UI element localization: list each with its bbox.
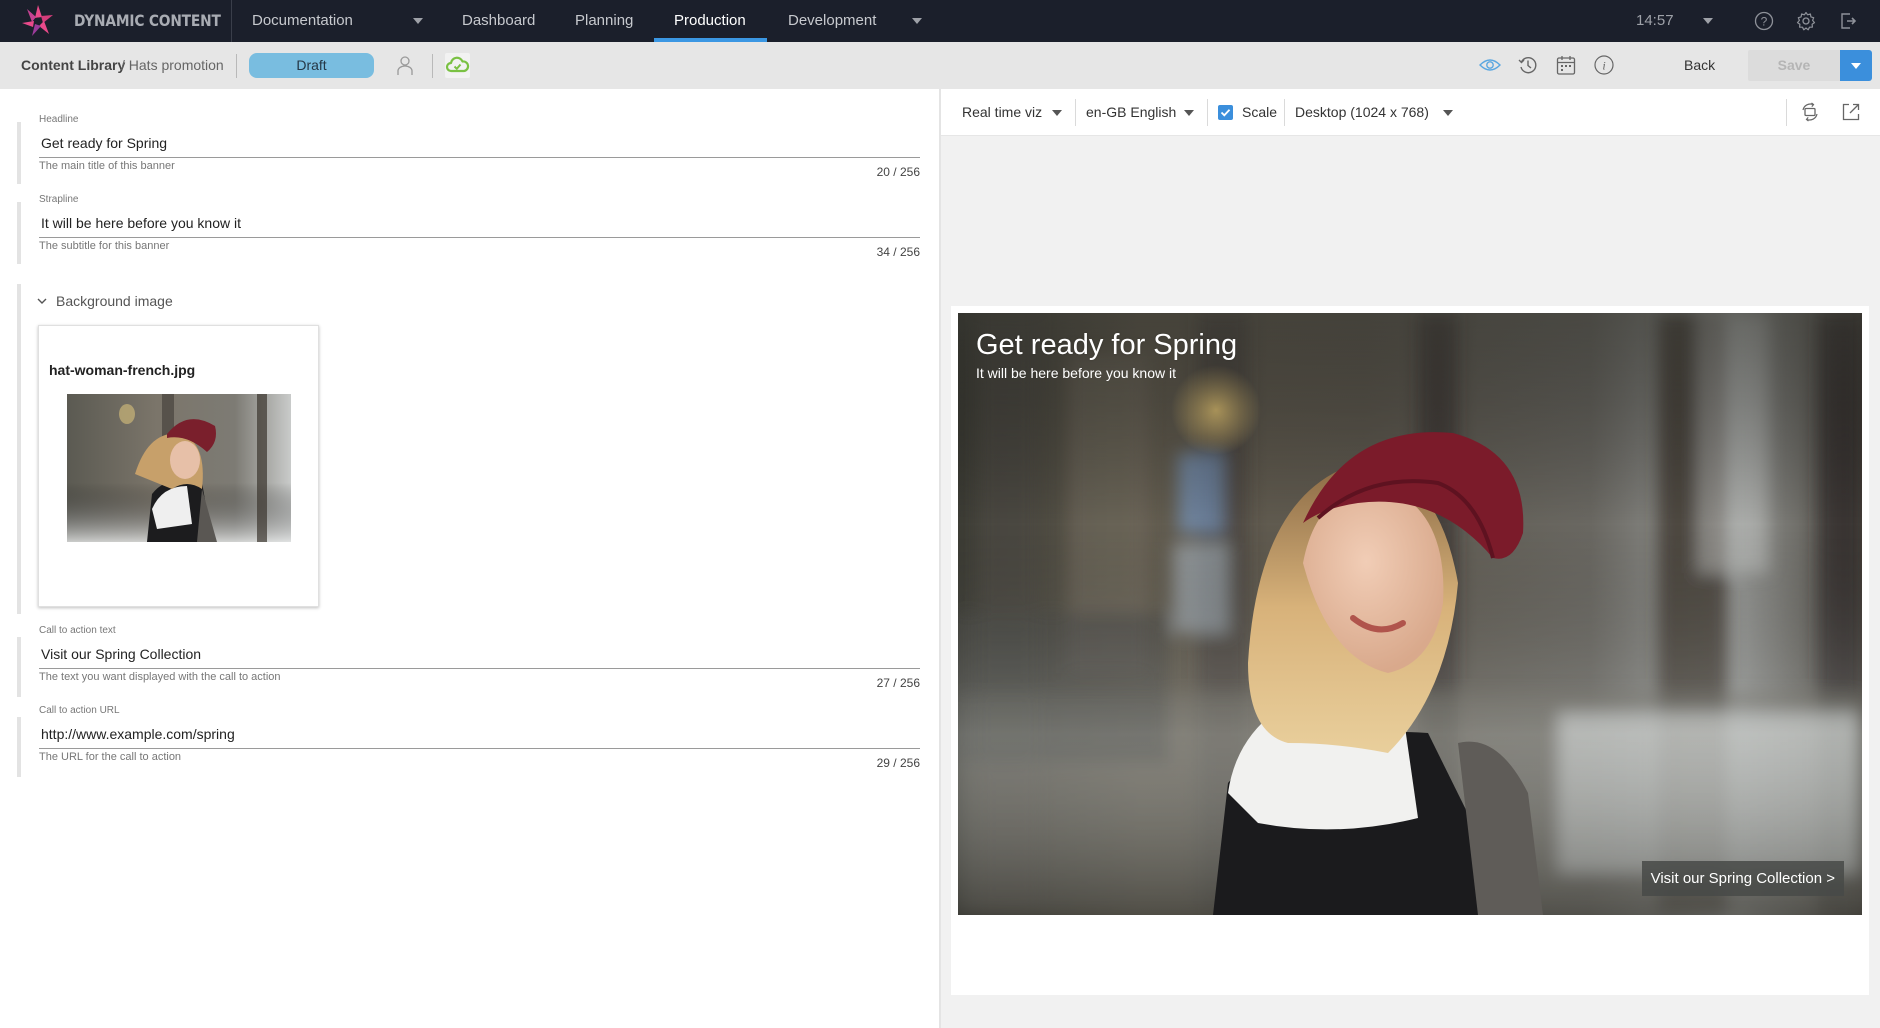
tab-dashboard[interactable]: Dashboard [462,12,535,29]
hub-selector-chevron-down-icon[interactable] [413,18,423,24]
locale-chevron-down-icon[interactable] [1184,110,1194,116]
top-navigation: DYNAMIC CONTENT Documentation Dashboard … [0,0,1880,42]
strapline-field: Strapline The subtitle for this banner 3… [17,192,920,272]
chevron-down-icon [1851,63,1861,69]
toolbar-divider [236,54,237,78]
preview-toolbar: Real time viz en-GB English Scale Deskto… [941,89,1880,136]
background-image-thumbnail[interactable] [67,394,291,542]
cta-text-input[interactable] [39,639,920,669]
banner-title: Get ready for Spring [976,329,1238,361]
headline-field: Headline The main title of this banner 2… [17,112,920,192]
svg-text:?: ? [1761,15,1768,29]
field-indicator-bar [17,637,21,697]
headline-label: Headline [39,114,79,125]
headline-input[interactable] [39,128,920,158]
banner-background-photo [958,313,1862,915]
strapline-label: Strapline [39,194,79,205]
help-icon[interactable]: ? [1754,11,1774,31]
strapline-input[interactable] [39,208,920,238]
app-name: DYNAMIC CONTENT [74,11,221,30]
toolbar-divider [1075,99,1076,126]
clock-time: 14:57 [1636,12,1674,29]
history-icon[interactable] [1517,54,1539,76]
preview-canvas: Get ready for Spring It will be here bef… [941,136,1880,1028]
time-chevron-down-icon[interactable] [1703,18,1713,24]
cta-url-char-count: 29 / 256 [876,756,920,770]
status-badge[interactable]: Draft [249,53,374,78]
assignee-icon[interactable] [394,54,416,76]
calendar-icon[interactable] [1555,54,1577,76]
locale-selector[interactable]: en-GB English [1086,104,1176,120]
cta-url-help-text: The URL for the call to action [39,751,182,763]
gear-icon[interactable] [1796,11,1816,31]
nav-divider [231,0,232,42]
field-indicator-bar [17,202,21,264]
scale-checkbox[interactable] [1218,105,1233,120]
cta-text-help-text: The text you want displayed with the cal… [39,671,281,683]
toolbar-divider [1786,99,1787,126]
save-button[interactable]: Save [1748,50,1840,81]
info-icon[interactable]: i [1593,54,1615,76]
field-indicator-bar [17,717,21,777]
toolbar-divider [432,54,433,78]
field-indicator-bar [17,284,21,614]
cta-text-field: Call to action text The text you want di… [17,623,920,703]
tab-planning[interactable]: Planning [575,12,633,29]
cta-url-input[interactable] [39,719,920,749]
hub-selector[interactable]: Documentation [252,12,353,29]
eye-icon[interactable] [1479,54,1501,76]
toolbar-divider [1207,99,1208,126]
preview-frame: Get ready for Spring It will be here bef… [951,306,1869,995]
tab-production[interactable]: Production [674,12,746,29]
content-item-toolbar: Content Library / Hats promotion Draft i… [0,42,1880,89]
cta-url-field: Call to action URL The URL for the call … [17,703,920,783]
cta-text-label: Call to action text [39,625,116,636]
image-file-name: hat-woman-french.jpg [49,362,196,378]
rotate-icon[interactable] [1799,101,1821,123]
collapse-chevron-down-icon[interactable] [36,296,48,306]
breadcrumb-current-item: / Hats promotion [121,57,224,73]
banner-preview[interactable]: Get ready for Spring It will be here bef… [958,313,1862,915]
cloud-sync-icon [445,56,470,73]
checkmark-icon [1220,109,1231,117]
cta-text-char-count: 27 / 256 [876,676,920,690]
visualization-chevron-down-icon[interactable] [1052,110,1062,116]
toolbar-divider [1284,99,1285,126]
banner-subtitle: It will be here before you know it [976,365,1176,381]
field-indicator-bar [17,122,21,184]
background-image-card[interactable]: hat-woman-french.jpg [38,325,319,607]
back-button[interactable]: Back [1684,57,1715,73]
device-selector[interactable]: Desktop (1024 x 768) [1295,104,1429,120]
device-chevron-down-icon[interactable] [1443,110,1453,116]
headline-char-count: 20 / 256 [876,165,920,179]
tab-development[interactable]: Development [788,12,876,29]
dynamic-content-logo-icon [22,5,53,36]
photo-thumbnail-image [67,394,291,542]
more-tabs-chevron-down-icon[interactable] [912,18,922,24]
breadcrumb-content-library[interactable]: Content Library [21,57,125,73]
visualization-selector[interactable]: Real time viz [962,104,1042,120]
strapline-help-text: The subtitle for this banner [39,240,170,252]
background-image-section-title[interactable]: Background image [56,293,173,309]
scale-label[interactable]: Scale [1242,104,1277,120]
sync-status-button[interactable] [445,53,470,78]
strapline-char-count: 34 / 256 [876,245,920,259]
banner-cta-button[interactable]: Visit our Spring Collection > [1641,861,1844,896]
save-options-button[interactable] [1840,50,1872,81]
logout-icon[interactable] [1838,11,1858,31]
open-external-icon[interactable] [1840,101,1862,123]
headline-help-text: The main title of this banner [39,160,175,172]
cta-url-label: Call to action URL [39,705,120,716]
svg-text:i: i [1602,59,1605,73]
